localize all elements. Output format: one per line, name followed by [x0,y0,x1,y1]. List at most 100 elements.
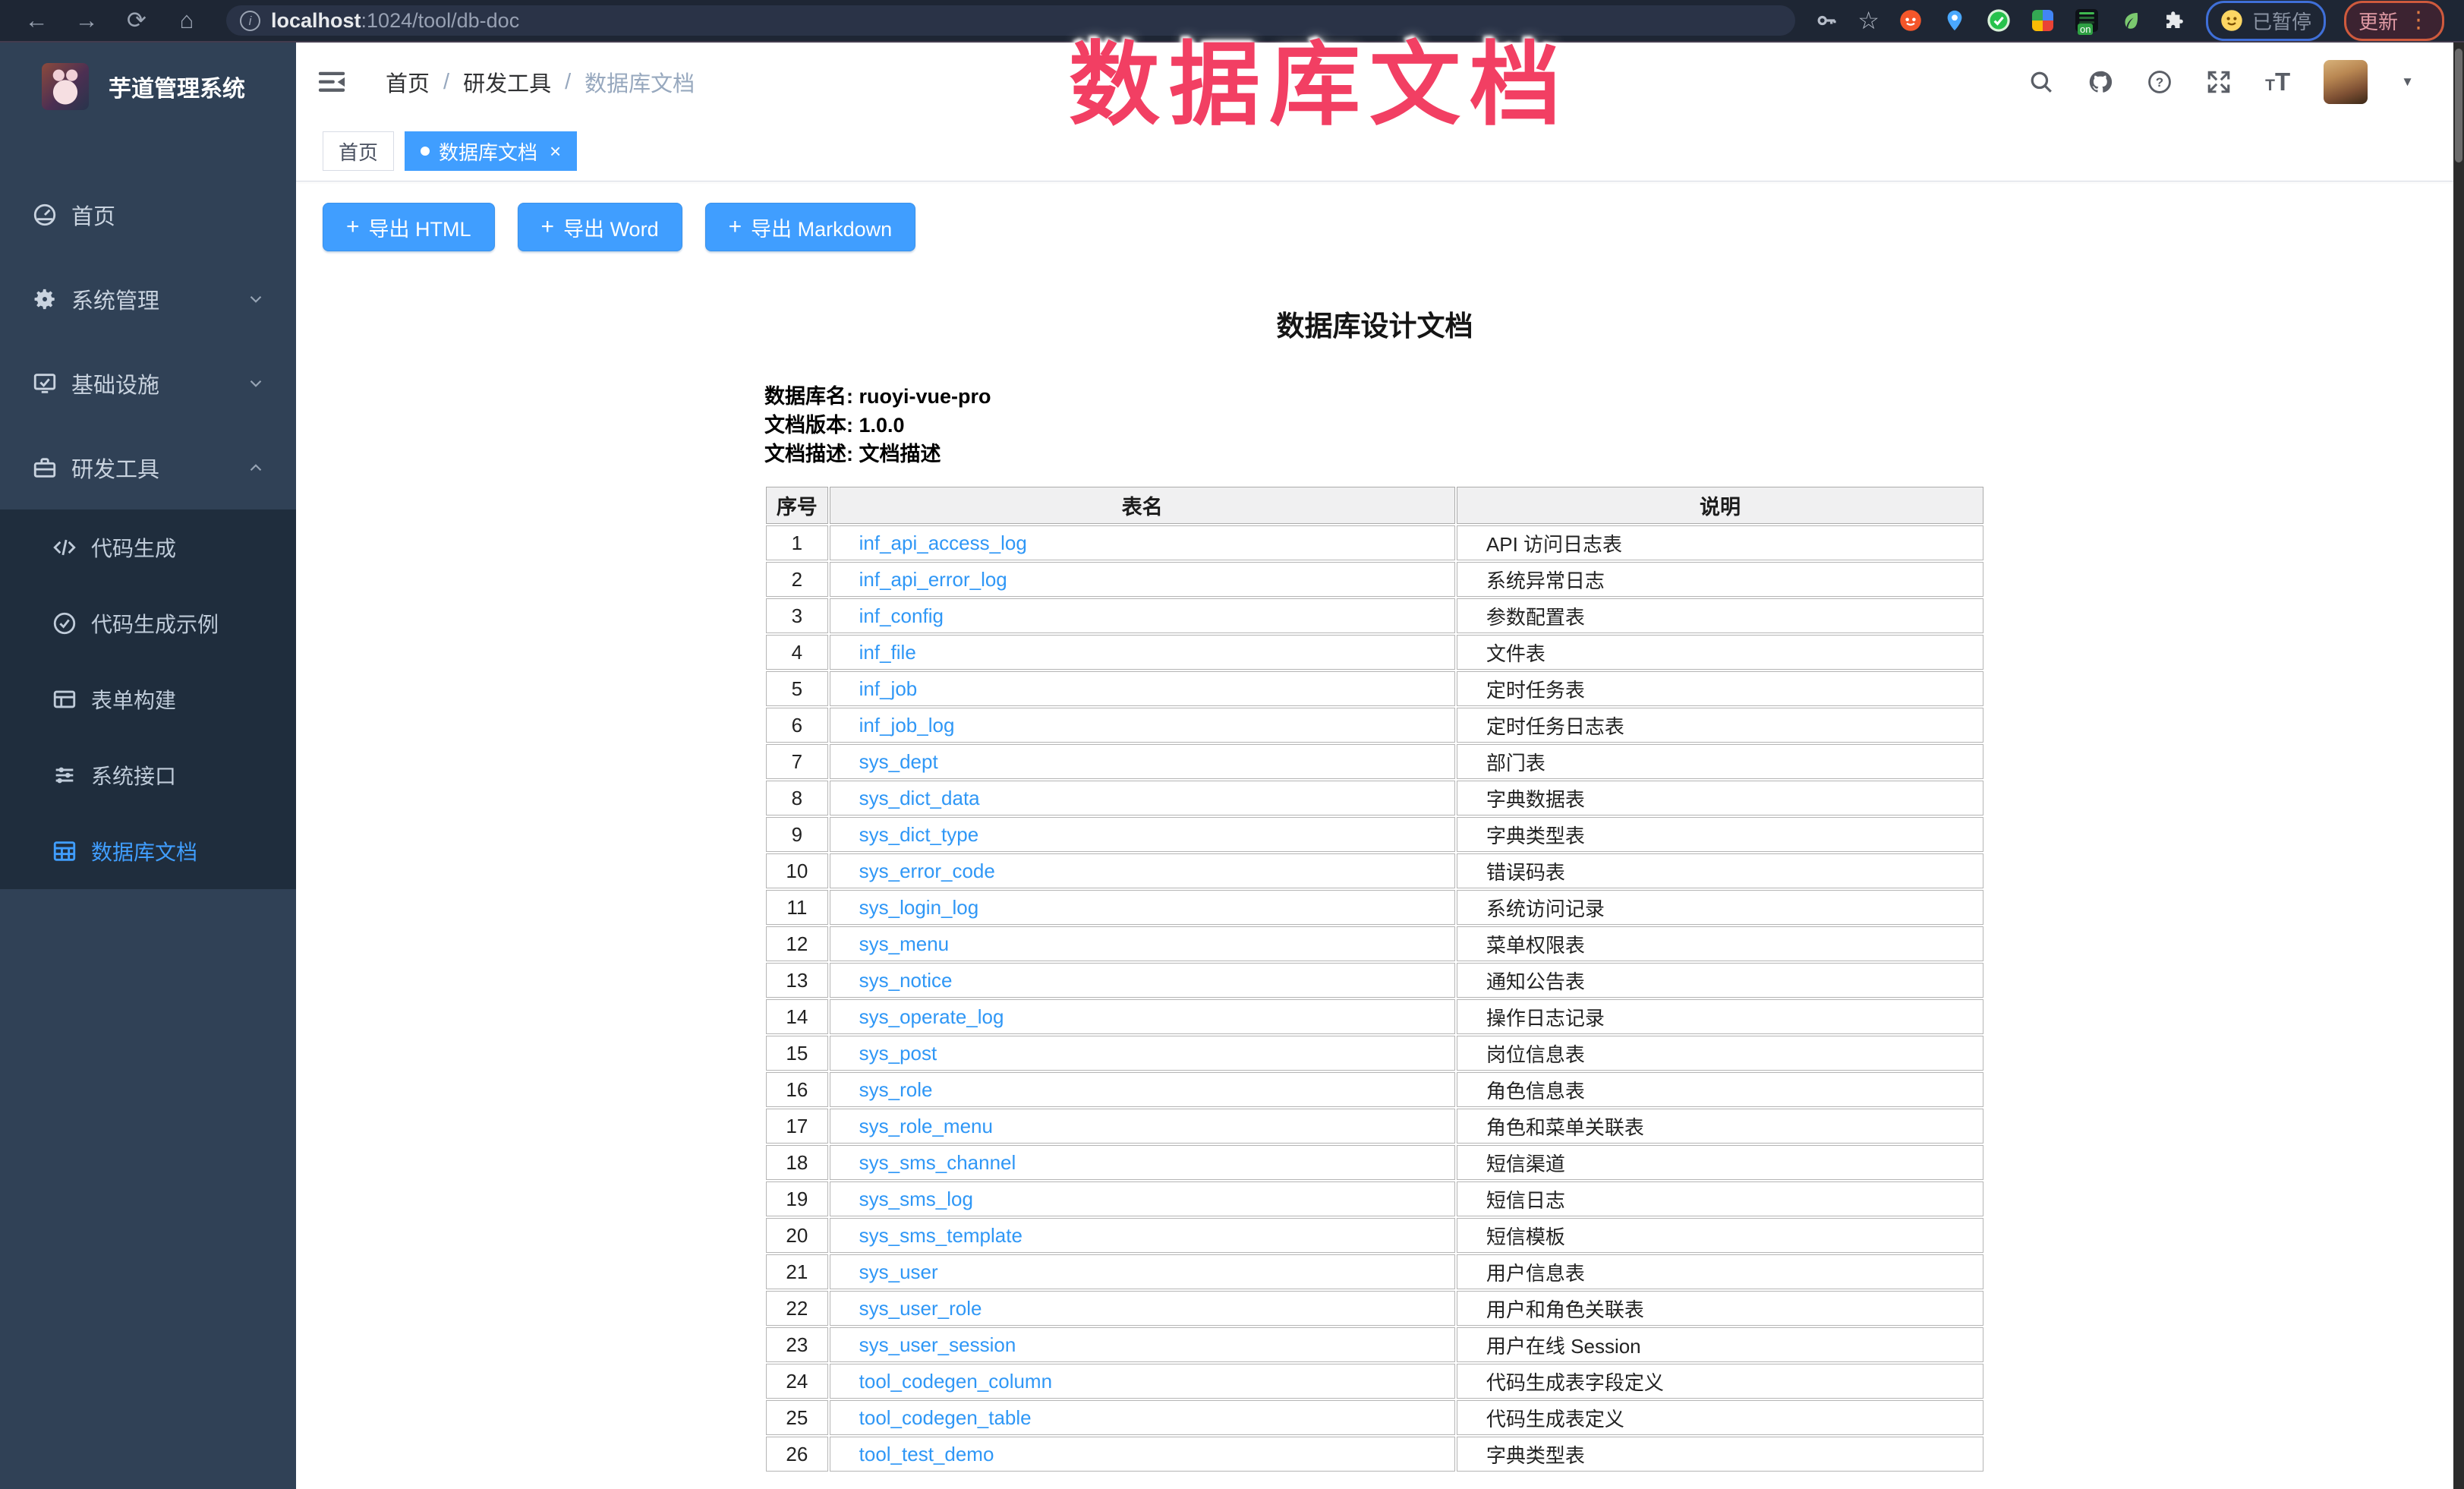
export-button-导出-HTML[interactable]: +导出 HTML [323,203,495,251]
table-name-cell: sys_sms_channel [830,1145,1455,1180]
table-name-link[interactable]: sys_sms_channel [859,1151,1016,1174]
table-name-link[interactable]: sys_user_session [859,1333,1016,1356]
table-name-cell: inf_file [830,635,1455,670]
table-name-link[interactable]: tool_codegen_column [859,1370,1052,1393]
table-name-link[interactable]: sys_role_menu [859,1115,993,1137]
sidebar-subitem-表单构建[interactable]: 表单构建 [0,661,296,737]
page-info-icon[interactable]: i [240,11,260,31]
table-name-link[interactable]: tool_test_demo [859,1443,994,1465]
table-name-link[interactable]: sys_operate_log [859,1005,1004,1028]
bookmark-star-icon[interactable]: ☆ [1857,8,1880,33]
extension-leaf-icon[interactable] [2118,8,2144,33]
breadcrumb-item-首页[interactable]: 首页 [386,66,430,98]
table-name-link[interactable]: sys_dept [859,750,938,773]
table-desc-cell: 短信模板 [1457,1218,1983,1253]
scrollbar-thumb[interactable] [2455,49,2462,162]
browser-update-pill[interactable]: 更新 ⋮ [2344,1,2444,41]
url-text[interactable]: localhost:1024/tool/db-doc [271,9,519,33]
table-name-link[interactable]: tool_codegen_table [859,1406,1032,1429]
table-name-link[interactable]: sys_login_log [859,896,979,919]
home-icon[interactable]: ⌂ [165,0,208,41]
table-desc-cell: 代码生成表定义 [1457,1400,1983,1435]
table-row: 20sys_sms_template短信模板 [766,1218,1983,1253]
emoji-face-icon [2220,9,2243,32]
row-number: 21 [766,1254,828,1289]
table-name-link[interactable]: inf_config [859,604,944,627]
sidebar-item-label: 基础设施 [71,368,159,399]
sidebar-subitem-代码生成示例[interactable]: 代码生成示例 [0,585,296,661]
sidebar-item-系统管理[interactable]: 系统管理 [0,257,296,341]
forward-icon[interactable]: → [65,0,108,41]
chevron-down-icon[interactable]: ▼ [2401,74,2414,90]
plus-icon: + [346,216,360,238]
sidebar-subitem-数据库文档[interactable]: 数据库文档 [0,813,296,889]
table-name-link[interactable]: inf_file [859,641,916,664]
app-logo-row[interactable]: 芋道管理系统 [0,43,296,130]
extension-pin-icon[interactable] [1942,8,1968,33]
column-header-表名: 表名 [830,487,1455,524]
table-name-cell: sys_dict_data [830,781,1455,815]
sidebar-collapse-icon[interactable] [317,68,346,96]
export-button-导出-Markdown[interactable]: +导出 Markdown [705,203,916,251]
sidebar-subitem-系统接口[interactable]: 系统接口 [0,737,296,813]
row-number: 6 [766,708,828,743]
extension-puzzle-icon[interactable] [2162,8,2188,33]
extension-on-badge-icon[interactable]: on [2074,8,2100,33]
sidebar-item-首页[interactable]: 首页 [0,172,296,257]
table-name-link[interactable]: sys_dict_type [859,823,979,846]
table-name-link[interactable]: sys_menu [859,932,950,955]
table-name-link[interactable]: inf_job_log [859,714,955,737]
table-name-cell: sys_dict_type [830,817,1455,852]
tab-数据库文档[interactable]: 数据库文档× [405,131,577,171]
search-icon[interactable] [2028,69,2054,95]
table-name-link[interactable]: sys_role [859,1078,933,1101]
page-scrollbar[interactable] [2453,43,2464,1489]
tab-首页[interactable]: 首页 [323,131,394,171]
table-row: 14sys_operate_log操作日志记录 [766,999,1983,1034]
extension-orange-icon[interactable] [1898,8,1924,33]
fullscreen-icon[interactable] [2206,69,2232,95]
extension-green-check-icon[interactable] [1986,8,2012,33]
table-name-link[interactable]: inf_job [859,677,918,700]
extension-paused-pill[interactable]: 已暂停 [2206,1,2326,41]
reload-icon[interactable]: ⟳ [115,0,158,41]
table-row: 21sys_user用户信息表 [766,1254,1983,1289]
table-name-link[interactable]: sys_notice [859,969,953,992]
table-name-link[interactable]: sys_post [859,1042,937,1065]
table-name-link[interactable]: inf_api_error_log [859,568,1007,591]
close-icon[interactable]: × [550,141,561,161]
breadcrumb-item-研发工具[interactable]: 研发工具 [463,66,551,98]
row-number: 13 [766,963,828,998]
table-desc-cell: 菜单权限表 [1457,926,1983,961]
back-icon[interactable]: ← [15,0,58,41]
sidebar-item-基础设施[interactable]: 基础设施 [0,341,296,425]
table-name-cell: tool_codegen_column [830,1364,1455,1399]
avatar[interactable] [2324,60,2368,104]
table-name-link[interactable]: sys_user [859,1260,938,1283]
table-name-link[interactable]: sys_dict_data [859,787,980,809]
row-number: 14 [766,999,828,1034]
sidebar-item-研发工具[interactable]: 研发工具 [0,425,296,509]
extension-multicolor-icon[interactable] [2030,8,2056,33]
table-name-link[interactable]: sys_error_code [859,860,995,882]
column-header-说明: 说明 [1457,487,1983,524]
help-icon[interactable]: ? [2147,69,2173,95]
font-size-icon[interactable]: TT [2265,68,2290,96]
row-number: 22 [766,1291,828,1326]
browser-menu-icon[interactable]: ⋮ [2407,9,2430,32]
password-key-icon[interactable] [1813,8,1839,33]
sidebar-subitem-label: 数据库文档 [91,836,197,866]
table-name-link[interactable]: sys_user_role [859,1297,982,1320]
table-desc-cell: 文件表 [1457,635,1983,670]
form-icon [52,686,77,712]
table-name-link[interactable]: inf_api_access_log [859,532,1027,554]
table-row: 6inf_job_log定时任务日志表 [766,708,1983,743]
table-name-link[interactable]: sys_sms_template [859,1224,1022,1247]
github-icon[interactable] [2087,69,2113,95]
address-bar[interactable]: i localhost:1024/tool/db-doc [226,5,1795,36]
table-name-link[interactable]: sys_sms_log [859,1188,973,1210]
table-name-cell: sys_user_session [830,1327,1455,1362]
sidebar-subitem-代码生成[interactable]: 代码生成 [0,509,296,585]
table-row: 10sys_error_code错误码表 [766,853,1983,888]
export-button-导出-Word[interactable]: +导出 Word [518,203,682,251]
